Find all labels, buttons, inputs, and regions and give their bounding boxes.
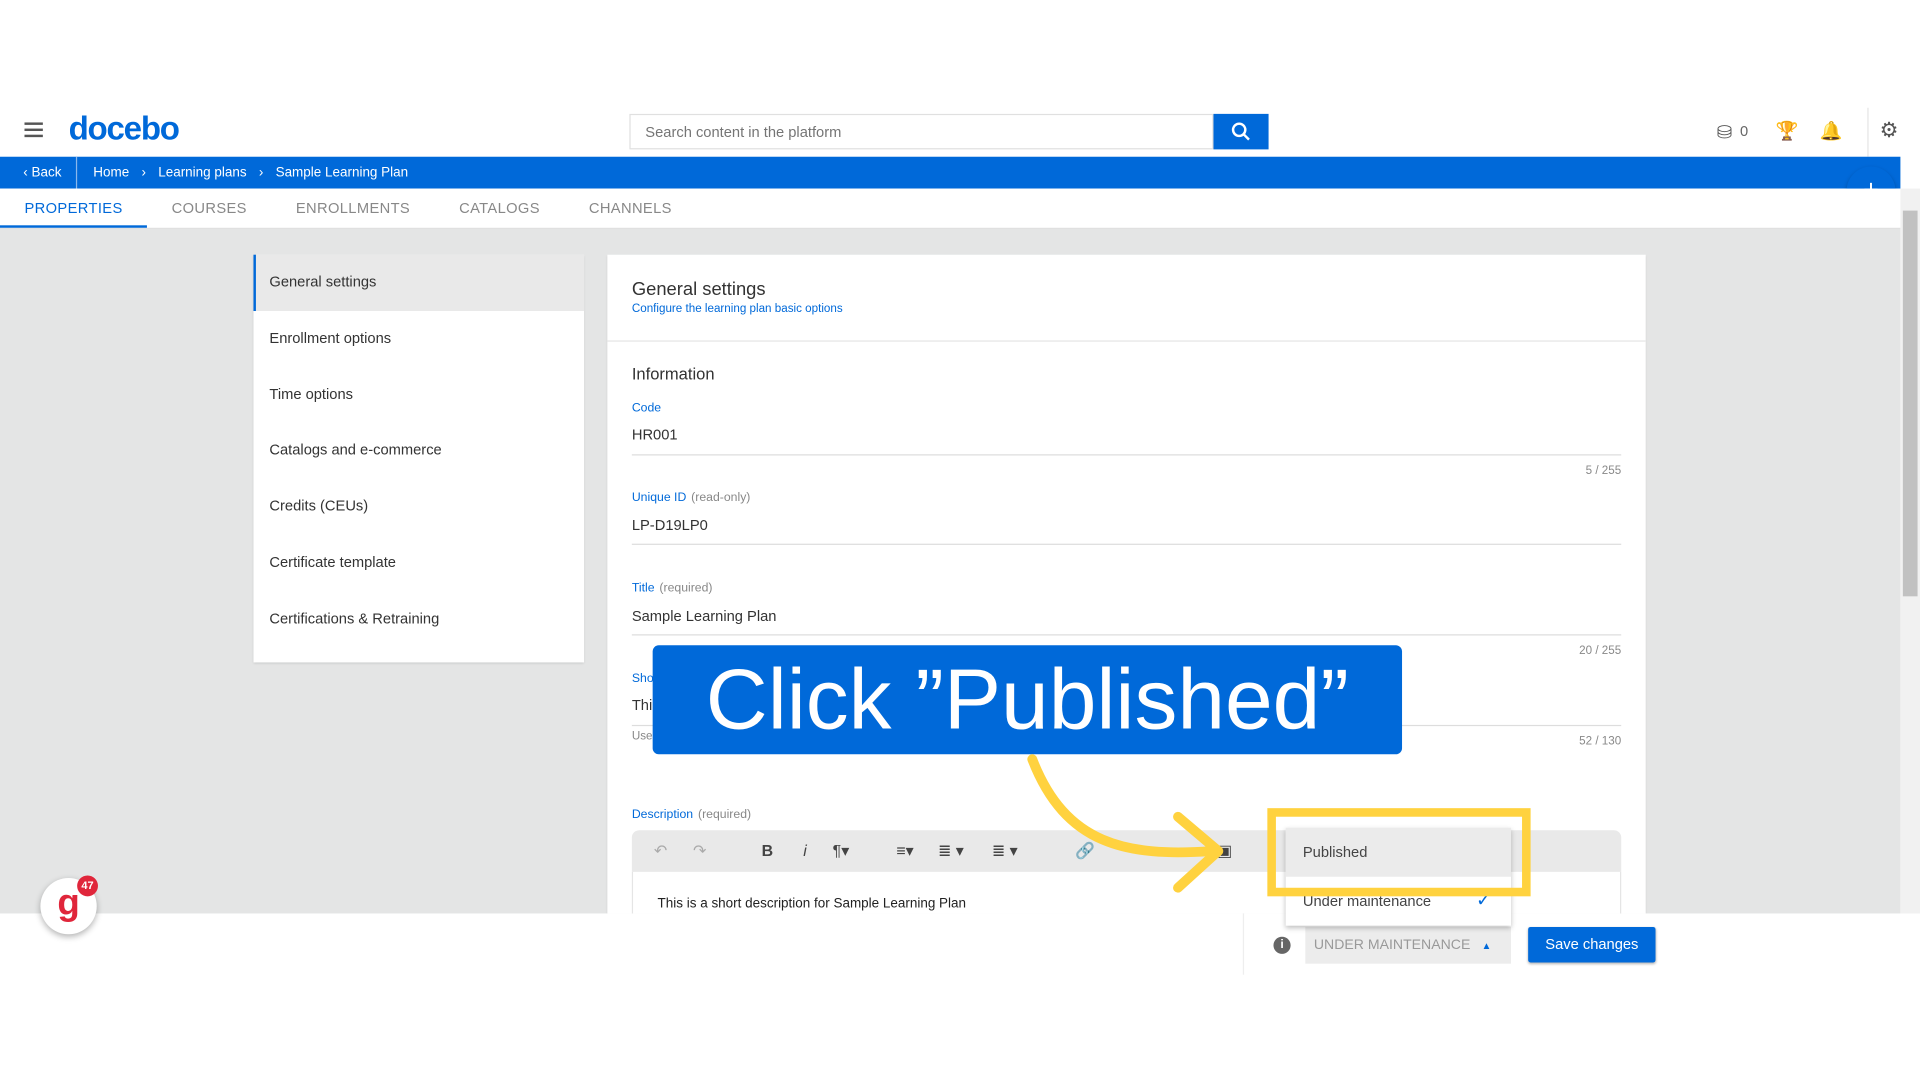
- arrow-icon: [1027, 754, 1224, 893]
- notification-badge: 47: [77, 875, 98, 897]
